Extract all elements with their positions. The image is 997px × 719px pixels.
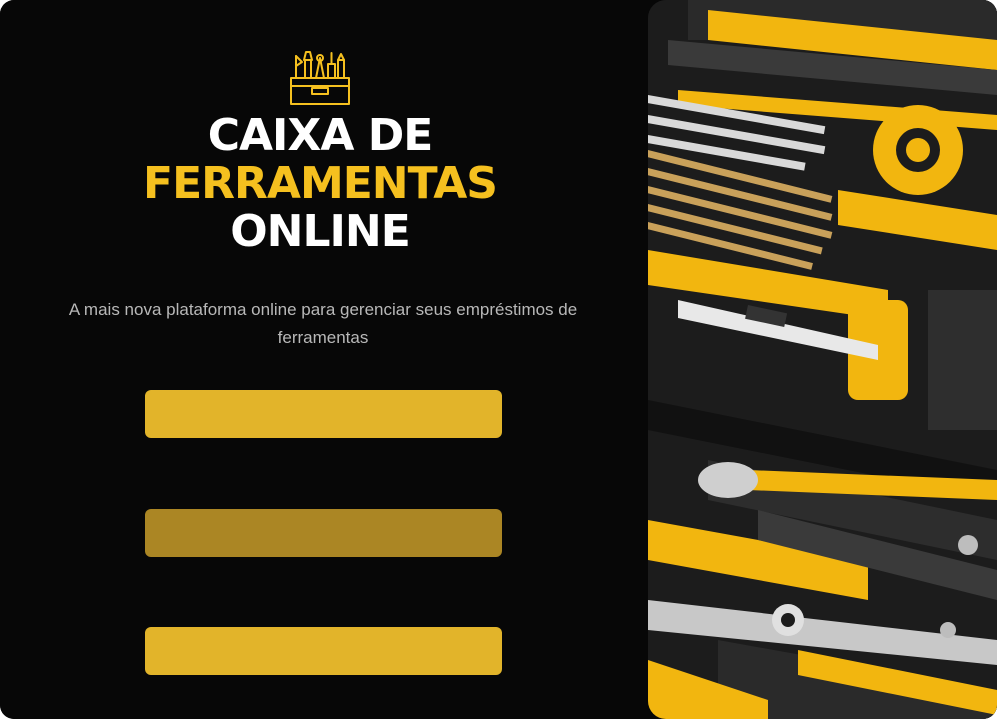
tools-photo-illustration — [648, 0, 997, 719]
tools-photo — [648, 0, 997, 719]
page-title: CAIXA DE FERRAMENTAS ONLINE — [0, 112, 640, 256]
app-window: CAIXA DE FERRAMENTAS ONLINE A mais nova … — [0, 0, 997, 719]
title-line-2: FERRAMENTAS — [143, 158, 498, 209]
hero-panel: CAIXA DE FERRAMENTAS ONLINE A mais nova … — [0, 0, 648, 719]
action-button-1[interactable] — [145, 390, 502, 438]
action-button-3[interactable] — [145, 627, 502, 675]
toolbox-icon — [290, 51, 350, 105]
action-button-2[interactable] — [145, 509, 502, 557]
title-line-3: ONLINE — [230, 206, 411, 257]
title-line-1: CAIXA DE — [207, 110, 434, 161]
page-subtitle: A mais nova plataforma online para geren… — [68, 300, 578, 347]
